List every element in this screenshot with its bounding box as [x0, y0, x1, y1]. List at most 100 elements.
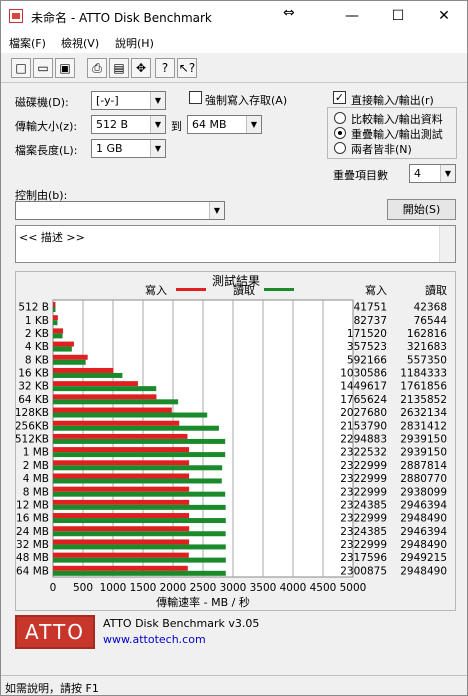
direct-io-checkbox[interactable]: ✓: [333, 91, 346, 104]
chevron-down-icon: ▼: [150, 116, 165, 133]
bar-write: [53, 328, 64, 334]
queue-depth-select[interactable]: 4 ▼: [409, 164, 456, 183]
menu-file[interactable]: 檔案(F): [9, 35, 46, 51]
x-tick-label: 2500: [190, 582, 217, 594]
read-value: 2946394: [400, 526, 447, 538]
file-length-select[interactable]: 1 GB ▼: [91, 139, 166, 158]
table-header-read: 讀取: [425, 283, 447, 297]
write-value: 2324385: [340, 526, 387, 538]
title-bar[interactable]: 未命名 - ATTO Disk Benchmark ⇔ — ☐ ✕: [1, 1, 467, 31]
chevron-down-icon: ▼: [440, 165, 455, 182]
bar-write: [53, 367, 114, 373]
category-label: 8 KB: [25, 354, 49, 366]
radio-compare[interactable]: [334, 112, 346, 124]
bar-read: [53, 307, 56, 312]
radio-overlap[interactable]: [334, 127, 346, 139]
bar-read: [53, 320, 58, 326]
bar-read: [53, 333, 63, 339]
write-value: 2322999: [340, 513, 387, 525]
bar-write: [53, 354, 88, 360]
drive-select[interactable]: [-y-] ▼: [91, 91, 166, 110]
direct-io-label: 直接輸入/輸出(r): [351, 94, 434, 107]
category-label: 64 MB: [16, 565, 49, 577]
bar-read: [53, 425, 219, 431]
write-value: 2322999: [340, 486, 387, 498]
close-button[interactable]: ✕: [421, 1, 467, 31]
read-value: 2948490: [400, 539, 447, 551]
read-value: 2831412: [400, 420, 447, 432]
write-value: 1449617: [340, 381, 387, 393]
new-icon[interactable]: □: [11, 58, 31, 78]
product-version: ATTO Disk Benchmark v3.05: [103, 617, 260, 630]
bar-read: [53, 438, 226, 444]
read-value: 2946394: [400, 499, 447, 511]
x-tick-label: 1500: [130, 582, 157, 594]
maximize-button[interactable]: ☐: [375, 1, 421, 31]
transfer-size-label: 傳輸大小(z):: [15, 120, 78, 133]
read-value: 2938099: [400, 486, 447, 498]
bar-read: [53, 465, 223, 471]
bar-read: [53, 399, 179, 405]
menu-help[interactable]: 說明(H): [115, 35, 154, 51]
window-title: 未命名 - ATTO Disk Benchmark: [31, 11, 212, 25]
x-tick-label: 1000: [100, 582, 127, 594]
read-value: 2135852: [400, 394, 447, 406]
category-label: 12 MB: [16, 499, 49, 511]
bar-read: [53, 452, 226, 458]
context-help-icon[interactable]: ↖?: [177, 58, 197, 78]
save-icon[interactable]: ▣: [55, 58, 75, 78]
write-value: 1765624: [340, 394, 387, 406]
write-value: 2027680: [340, 407, 387, 419]
bar-write: [53, 315, 58, 321]
transfer-to-select[interactable]: 64 MB ▼: [187, 115, 262, 134]
bar-read: [53, 372, 123, 378]
app-icon: [9, 9, 23, 23]
write-value: 592166: [347, 354, 387, 366]
read-value: 2949215: [400, 552, 447, 564]
start-button[interactable]: 開始(S): [387, 199, 456, 220]
file-length-label: 檔案長度(L):: [15, 144, 78, 157]
print-icon[interactable]: ⎙: [87, 58, 107, 78]
move-icon[interactable]: ✥: [131, 58, 151, 78]
print-preview-icon[interactable]: ▤: [109, 58, 129, 78]
category-label: 32 MB: [16, 539, 49, 551]
vertical-scrollbar[interactable]: [439, 226, 455, 262]
x-axis-label: 傳輸速率 - MB / 秒: [156, 595, 250, 609]
force-write-checkbox[interactable]: [189, 91, 202, 104]
read-value: 76544: [414, 315, 448, 327]
write-value: 171520: [347, 328, 387, 340]
chevron-down-icon: ▼: [150, 140, 165, 157]
read-value: 42368: [414, 302, 447, 314]
read-value: 321683: [407, 341, 447, 353]
write-value: 82737: [354, 315, 387, 327]
radio-neither[interactable]: [334, 142, 346, 154]
write-value: 41751: [354, 302, 387, 314]
x-tick-label: 4500: [310, 582, 337, 594]
category-label: 8 MB: [23, 486, 49, 498]
open-icon[interactable]: ▭: [33, 58, 53, 78]
legend-write-swatch: [176, 288, 206, 291]
category-label: 64 KB: [18, 394, 49, 406]
description-textarea[interactable]: << 描述 >>: [15, 225, 456, 263]
x-tick-label: 5000: [340, 582, 367, 594]
x-tick-label: 4000: [280, 582, 307, 594]
read-value: 2632134: [400, 407, 447, 419]
write-value: 2322532: [340, 447, 387, 459]
radio-neither-label: 兩者皆非(N): [351, 143, 412, 156]
minimize-button[interactable]: —: [329, 1, 375, 31]
category-label: 128KB: [16, 407, 49, 419]
queue-depth-label: 重疊項目數: [333, 169, 388, 182]
controlled-by-select[interactable]: ▼: [15, 201, 225, 220]
help-icon[interactable]: ?: [155, 58, 175, 78]
transfer-from-select[interactable]: 512 B ▼: [91, 115, 166, 134]
bar-write: [53, 513, 190, 519]
bar-read: [53, 570, 226, 576]
website-link[interactable]: www.attotech.com: [103, 633, 206, 646]
bar-read: [53, 531, 226, 537]
status-bar: 如需說明，請按 F1: [1, 675, 467, 695]
atto-logo: ATTO: [15, 615, 95, 649]
bar-write: [53, 539, 190, 545]
category-label: 24 MB: [16, 526, 49, 538]
write-value: 357523: [347, 341, 387, 353]
menu-view[interactable]: 檢視(V): [61, 35, 99, 51]
